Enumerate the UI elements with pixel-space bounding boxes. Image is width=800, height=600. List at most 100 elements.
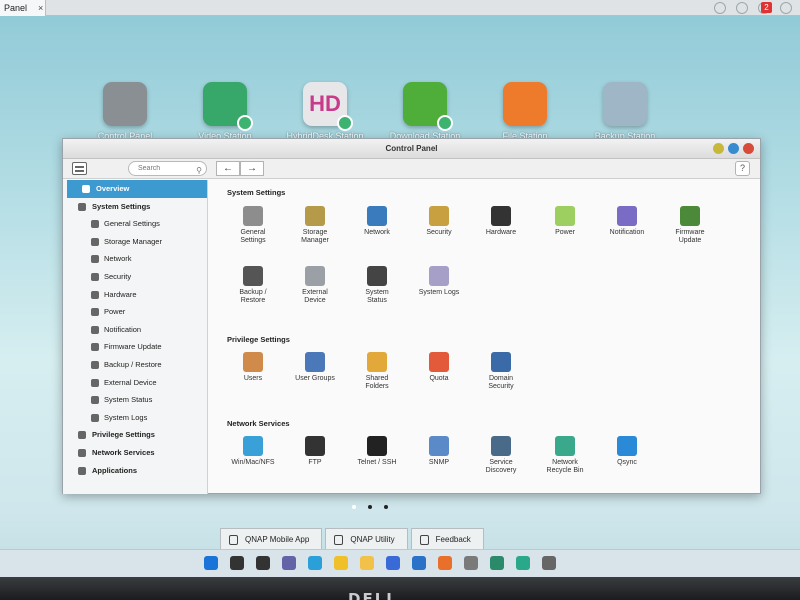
quota-icon [429,352,449,372]
page-dot[interactable] [384,505,388,509]
user-groups-icon [305,352,325,372]
hd-text: HD [309,91,341,116]
settings-item-notification[interactable]: Notification [595,206,659,237]
settings-item-storage[interactable]: Storage Manager [283,206,347,245]
snmp-icon [429,436,449,456]
settings-item-external-device[interactable]: External Device [283,266,347,305]
sidebar-item-system-settings[interactable]: System Settings [63,198,207,216]
notes-icon[interactable] [334,556,348,570]
sidebar-item-overview[interactable]: Overview [67,180,207,198]
notification-icon [617,206,637,226]
firefox-icon[interactable] [438,556,452,570]
windows-start-icon[interactable] [204,556,218,570]
sidebar-item-storage-manager[interactable]: Storage Manager [63,233,207,251]
desktop-app-gear[interactable]: Control Panel [80,82,170,141]
service-discovery-icon [491,436,511,456]
settings-item-logs[interactable]: System Logs [407,266,471,297]
settings-item-monitor[interactable]: System Status [345,266,409,305]
settings-item-lock[interactable]: Security [407,206,471,237]
network-icon [367,206,387,226]
sidebar-item-notification[interactable]: Notification [63,321,207,339]
settings-item-terminal[interactable]: Telnet / SSH [345,436,409,467]
settings-item-power[interactable]: Power [533,206,597,237]
search-icon[interactable]: ⚲ [196,164,202,177]
bottom-tab-qnap-utility[interactable]: QNAP Utility [325,528,408,550]
minimize-icon[interactable] [713,143,724,154]
sidebar-item-backup-restore[interactable]: Backup / Restore [63,356,207,374]
page-dot[interactable] [352,505,356,509]
help-button[interactable]: ? [735,161,750,176]
sidebar-item-hardware[interactable]: Hardware [63,286,207,304]
desktop-app-folder[interactable]: File Station [480,82,570,141]
settings-item-recycle-bin[interactable]: Network Recycle Bin [533,436,597,475]
task-view-icon[interactable] [256,556,270,570]
sidebar-item-general-settings[interactable]: General Settings [63,215,207,233]
settings-item-firmware[interactable]: Firmware Update [658,206,722,245]
monitor-bezel [0,577,800,600]
sidebar-item-system-status[interactable]: System Status [63,391,207,409]
overview-content: System Settings General Settings Storage M… [209,180,760,493]
settings-item-domain-security[interactable]: Domain Security [469,352,533,391]
settings-item-sync[interactable]: Qsync [595,436,659,467]
settings-item-win-mac-nfs[interactable]: Win/Mac/NFS [221,436,285,467]
file-explorer-icon[interactable] [360,556,374,570]
sidebar-item-privilege-settings[interactable]: Privilege Settings [63,426,207,444]
settings-item-ftp[interactable]: FTP [283,436,347,467]
sidebar-item-network[interactable]: Network [63,250,207,268]
desktop-app-backup[interactable]: Backup Station [580,82,670,141]
settings-item-hardware[interactable]: Hardware [469,206,533,237]
desktop-app-download[interactable]: Download Station [380,82,470,141]
sidebar-toggle-icon[interactable] [72,162,87,175]
store-icon[interactable] [386,556,400,570]
search-box[interactable]: ⚲ [128,161,207,176]
desktop-app-film[interactable]: Video Station [180,82,270,141]
settings-item-user-groups[interactable]: User Groups [283,352,347,383]
back-button[interactable]: ← [216,161,240,176]
settings-item-quota[interactable]: Quota [407,352,471,383]
settings-item-service-discovery[interactable]: Service Discovery [469,436,533,475]
shield-icon[interactable] [736,2,748,14]
bottom-tab-feedback[interactable]: Feedback [410,528,484,550]
close-icon[interactable]: × [38,0,43,16]
settings-item-label: System Logs [418,289,460,296]
search-icon[interactable] [230,556,244,570]
window-titlebar[interactable]: Control Panel [63,139,760,159]
forward-button[interactable]: → [240,161,264,176]
sidebar-item-external-device[interactable]: External Device [63,374,207,392]
settings-app-icon[interactable] [464,556,478,570]
sidebar-item-applications[interactable]: Applications [63,462,207,480]
film-icon [203,82,253,131]
sidebar-item-system-logs[interactable]: System Logs [63,409,207,427]
settings-item-general-settings[interactable]: General Settings [221,206,285,245]
sidebar-item-label: Security [104,271,132,281]
browser-icon[interactable] [516,556,530,570]
chat-icon[interactable] [282,556,296,570]
recycle-bin-icon [555,436,575,456]
desktop-app-hd-station[interactable]: HD HybridDesk Station [280,82,370,141]
sidebar-item-security[interactable]: Security [63,268,207,286]
logs-icon [429,266,449,286]
edge-icon[interactable] [308,556,322,570]
page-dot-active[interactable] [368,505,372,509]
mail-icon[interactable] [412,556,426,570]
sidebar-item-firmware-update[interactable]: Firmware Update [63,338,207,356]
extension-icon[interactable] [714,2,726,14]
settings-item-shared-folder[interactable]: Shared Folders [345,352,409,391]
settings-item-network[interactable]: Network [345,206,409,237]
bottom-tab-qnap-mobile-app[interactable]: QNAP Mobile App [220,528,323,550]
mobile-icon [229,535,238,545]
settings-item-snmp[interactable]: SNMP [407,436,471,467]
sidebar-item-power[interactable]: Power [63,303,207,321]
menu-icon[interactable] [780,2,792,14]
sidebar-item-network-services[interactable]: Network Services [63,444,207,462]
hardware-icon [491,206,511,226]
settings-item-user[interactable]: Users [221,352,285,383]
maximize-icon[interactable] [728,143,739,154]
close-icon[interactable] [743,143,754,154]
settings-item-backup[interactable]: Backup / Restore [221,266,285,305]
settings-item-label: Users [243,375,263,382]
gear-icon[interactable] [542,556,556,570]
search-input[interactable] [138,165,196,172]
sidebar-item-label: General Settings [104,219,160,229]
app-icon[interactable] [490,556,504,570]
